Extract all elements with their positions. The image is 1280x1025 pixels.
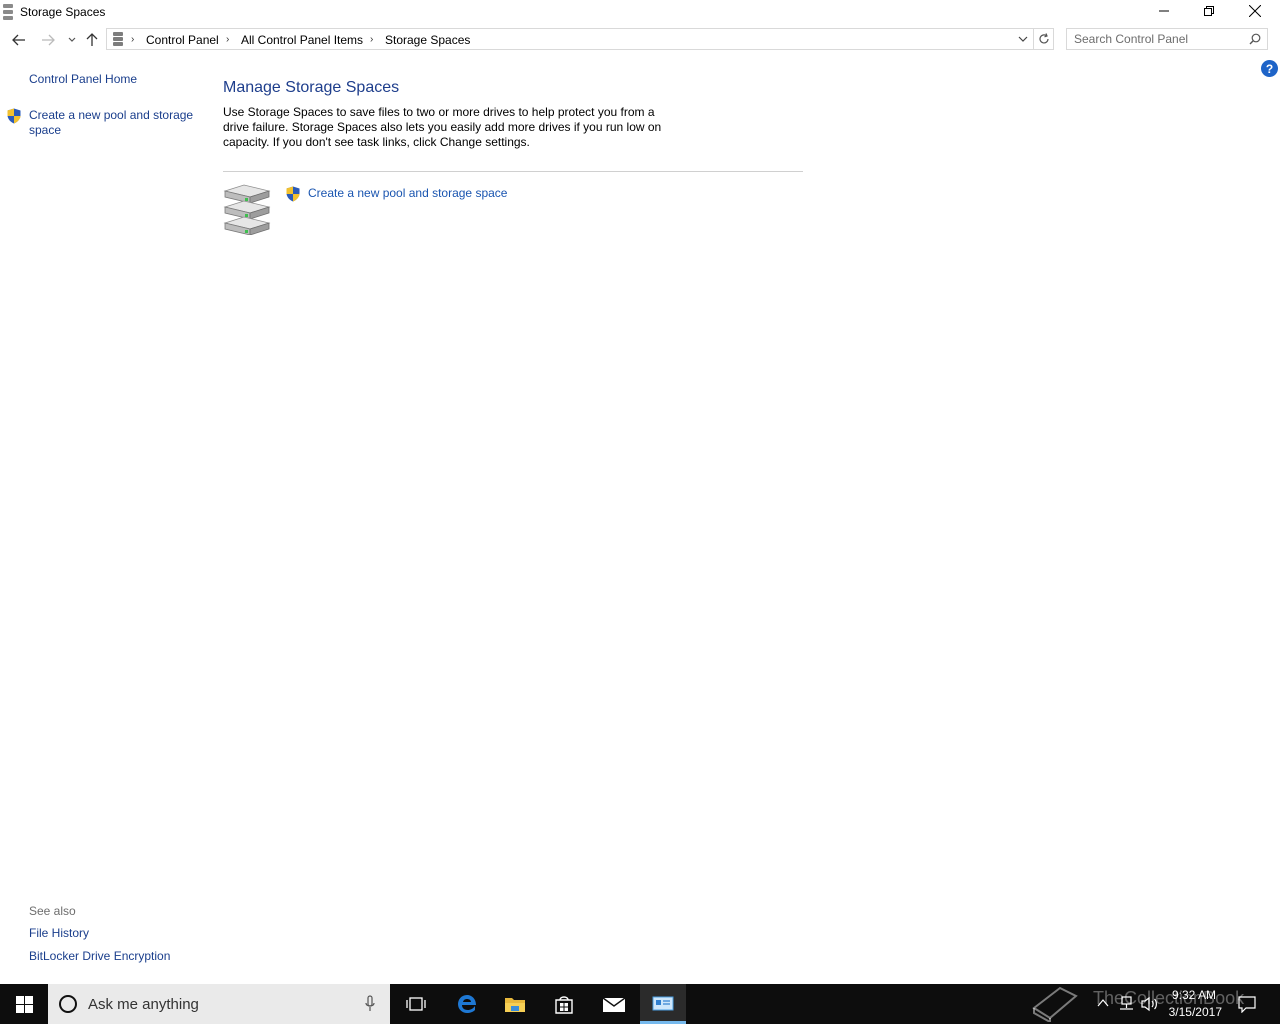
- microphone-icon[interactable]: [365, 995, 375, 1016]
- storage-spaces-app-icon: [3, 4, 13, 20]
- window-title: Storage Spaces: [20, 5, 106, 19]
- mail-button[interactable]: [591, 984, 637, 1024]
- forward-arrow-icon: [42, 34, 55, 46]
- search-icon[interactable]: [1249, 33, 1261, 48]
- address-bar[interactable]: › Control Panel › All Control Panel Item…: [106, 28, 1034, 50]
- chevron-down-icon: [68, 37, 76, 42]
- start-button[interactable]: [0, 984, 48, 1024]
- edge-button[interactable]: [444, 984, 490, 1024]
- cortana-search-box[interactable]: Ask me anything: [48, 984, 390, 1024]
- uac-shield-icon: [6, 108, 22, 127]
- control-panel-home-link[interactable]: Control Panel Home: [29, 72, 137, 87]
- store-icon: [555, 996, 573, 1014]
- refresh-button[interactable]: [1034, 28, 1054, 50]
- edge-icon: [458, 995, 476, 1013]
- minimize-icon: [1159, 10, 1169, 12]
- minimize-button[interactable]: [1141, 0, 1187, 22]
- action-center-icon[interactable]: [1238, 995, 1256, 1016]
- title-bar: Storage Spaces: [0, 0, 1280, 24]
- navigation-bar: › Control Panel › All Control Panel Item…: [0, 27, 1280, 53]
- uac-shield-icon: [285, 186, 301, 205]
- show-hidden-icons-chevron-icon[interactable]: [1097, 997, 1109, 1011]
- left-create-pool-link[interactable]: Create a new pool and storage space: [29, 108, 199, 138]
- see-also-header: See also: [29, 904, 76, 918]
- page-title: Manage Storage Spaces: [223, 79, 400, 96]
- restore-icon: [1204, 6, 1214, 16]
- breadcrumb-control-panel[interactable]: Control Panel: [146, 33, 219, 47]
- help-icon: ?: [1265, 61, 1274, 76]
- control-panel-taskbar-button[interactable]: [640, 984, 686, 1024]
- divider: [223, 171, 803, 172]
- search-input[interactable]: [1067, 29, 1252, 49]
- volume-icon[interactable]: [1141, 996, 1159, 1015]
- back-button[interactable]: [10, 31, 28, 49]
- breadcrumb-separator-icon[interactable]: ›: [226, 34, 229, 45]
- task-view-icon: [406, 997, 426, 1011]
- up-arrow-icon: [86, 33, 98, 46]
- chevron-down-icon: [1018, 36, 1028, 42]
- storage-pool-icon: [222, 183, 272, 238]
- taskbar: Ask me anything TheCollectionBook 9:32 A…: [0, 984, 1280, 1024]
- forward-button[interactable]: [39, 31, 57, 49]
- folder-icon: [505, 998, 525, 1012]
- close-icon: [1249, 5, 1261, 17]
- create-pool-link[interactable]: Create a new pool and storage space: [308, 186, 507, 200]
- storage-spaces-icon: [112, 32, 124, 49]
- clock-time[interactable]: 9:32 AM: [1160, 988, 1216, 1002]
- control-panel-icon: [652, 996, 674, 1011]
- file-explorer-button[interactable]: [492, 984, 538, 1024]
- breadcrumb-storage-spaces[interactable]: Storage Spaces: [385, 33, 470, 47]
- breadcrumb-all-items[interactable]: All Control Panel Items: [241, 33, 363, 47]
- close-button[interactable]: [1232, 0, 1278, 22]
- mail-icon: [602, 997, 626, 1012]
- network-icon[interactable]: [1117, 996, 1135, 1015]
- clock-date[interactable]: 3/15/2017: [1160, 1005, 1222, 1019]
- cortana-icon: [58, 994, 78, 1017]
- refresh-icon: [1038, 33, 1049, 44]
- search-box[interactable]: [1066, 28, 1268, 50]
- help-button[interactable]: ?: [1261, 60, 1278, 77]
- breadcrumb-separator-icon[interactable]: ›: [370, 34, 373, 45]
- address-dropdown-button[interactable]: [1016, 32, 1030, 46]
- store-button[interactable]: [541, 984, 587, 1024]
- up-button[interactable]: [83, 31, 101, 49]
- book-watermark-icon: [1030, 982, 1080, 1025]
- windows-logo-icon: [15, 995, 33, 1013]
- restore-button[interactable]: [1186, 0, 1232, 22]
- page-description: Use Storage Spaces to save files to two …: [223, 105, 662, 149]
- back-arrow-icon: [12, 34, 25, 46]
- cortana-search-placeholder: Ask me anything: [88, 996, 199, 1013]
- breadcrumb-separator-icon[interactable]: ›: [131, 34, 134, 45]
- bitlocker-link[interactable]: BitLocker Drive Encryption: [29, 949, 170, 964]
- task-view-button[interactable]: [394, 984, 438, 1024]
- recent-locations-button[interactable]: [63, 31, 81, 49]
- file-history-link[interactable]: File History: [29, 926, 89, 941]
